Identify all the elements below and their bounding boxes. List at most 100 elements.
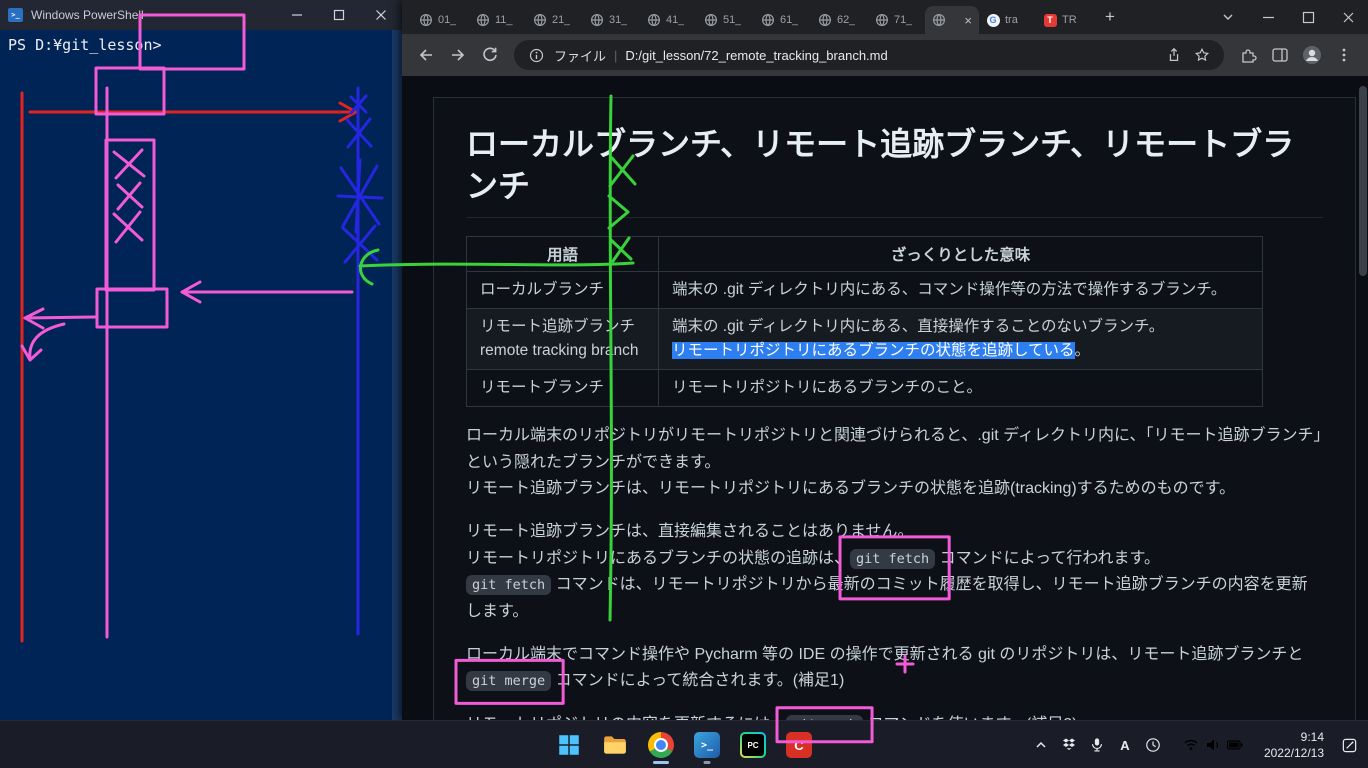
address-url: D:/git_lesson/72_remote_tracking_branch.… bbox=[625, 48, 1156, 63]
pycharm-taskbar-button[interactable]: PC bbox=[733, 725, 773, 765]
file-explorer-button[interactable] bbox=[595, 725, 635, 765]
site-info-icon[interactable] bbox=[526, 45, 546, 65]
tab-list: 01_11_ 21_ 31_ 41_ 51_ 61_ 62_ 71_ × GtraTTR bbox=[412, 6, 1093, 34]
ps-minimize-button[interactable] bbox=[276, 0, 318, 30]
reload-button[interactable] bbox=[476, 41, 504, 69]
chrome-minimize-button[interactable] bbox=[1248, 0, 1288, 34]
profile-avatar-icon bbox=[1302, 45, 1322, 65]
hidden-icons-button[interactable] bbox=[1028, 728, 1054, 762]
windows-start-icon bbox=[558, 734, 580, 756]
tab-close-icon[interactable]: × bbox=[964, 13, 972, 28]
browser-tab[interactable]: 01_ bbox=[412, 6, 469, 34]
browser-tab[interactable]: 31_ bbox=[583, 6, 640, 34]
markdown-paragraph: リモートリポジトリの内容を更新するには、git push コマンドを使います。(… bbox=[466, 712, 1323, 720]
quick-settings-button[interactable] bbox=[1176, 728, 1250, 762]
window-menu-chevron-button[interactable] bbox=[1208, 0, 1248, 34]
tab-label: 61_ bbox=[780, 14, 798, 26]
back-button[interactable] bbox=[412, 41, 440, 69]
red-app-icon: C bbox=[786, 732, 812, 758]
tray-time: 9:14 bbox=[1264, 729, 1324, 745]
forward-button[interactable] bbox=[444, 41, 472, 69]
tab-label: 51_ bbox=[723, 14, 741, 26]
table-term-cell: リモートブランチ bbox=[467, 370, 659, 407]
notification-center-button[interactable] bbox=[1336, 728, 1362, 762]
table-row: リモートブランチリモートリポジトリにあるブランチのこと。 bbox=[467, 370, 1263, 407]
powershell-terminal[interactable]: PS D:¥git_lesson> bbox=[0, 30, 402, 60]
page-scrollbar[interactable] bbox=[1359, 86, 1367, 276]
side-panel-button[interactable] bbox=[1266, 41, 1294, 69]
chrome-close-button[interactable] bbox=[1328, 0, 1368, 34]
red-app-taskbar-button[interactable]: C bbox=[779, 725, 819, 765]
share-button[interactable] bbox=[1164, 45, 1184, 65]
tray-date: 2022/12/13 bbox=[1264, 745, 1324, 761]
browser-tab[interactable]: 51_ bbox=[697, 6, 754, 34]
address-scheme-label: ファイル bbox=[554, 46, 606, 65]
ps-maximize-button[interactable] bbox=[318, 0, 360, 30]
powershell-titlebar[interactable]: >_ Windows PowerShell bbox=[0, 0, 402, 30]
browser-menu-button[interactable] bbox=[1330, 41, 1358, 69]
tab-label: 62_ bbox=[837, 14, 855, 26]
address-bar[interactable]: ファイル | D:/git_lesson/72_remote_tracking_… bbox=[514, 40, 1224, 70]
browser-tab[interactable]: 61_ bbox=[754, 6, 811, 34]
glossary-table: 用語 ざっくりとした意味 ローカルブランチ端末の .git ディレクトリ内にある… bbox=[466, 236, 1263, 407]
ime-mode-button[interactable]: A bbox=[1112, 728, 1138, 762]
powershell-taskbar-button[interactable]: >_ bbox=[687, 725, 727, 765]
browser-tab[interactable]: 62_ bbox=[811, 6, 868, 34]
maximize-icon bbox=[333, 9, 345, 21]
start-button[interactable] bbox=[549, 725, 589, 765]
extensions-puzzle-icon bbox=[1239, 46, 1257, 64]
inline-code: git fetch bbox=[850, 549, 935, 569]
markdown-paragraph: ローカル端末のリポジトリがリモートリポジトリと関連づけられると、.git ディレ… bbox=[466, 423, 1323, 502]
powershell-title: Windows PowerShell bbox=[31, 8, 268, 22]
powershell-window: >_ Windows PowerShell PS D:¥git_lesson> bbox=[0, 0, 402, 720]
profile-button[interactable] bbox=[1298, 41, 1326, 69]
tab-favicon-globe-icon bbox=[818, 13, 832, 27]
folder-icon bbox=[602, 732, 628, 758]
tab-label: 21_ bbox=[552, 14, 570, 26]
minimize-icon bbox=[291, 9, 303, 21]
chrome-open-indicator bbox=[653, 761, 669, 764]
taskbar: >_ PC C A bbox=[0, 720, 1368, 768]
page-title: ローカルブランチ、リモート追跡ブランチ、リモートブランチ bbox=[466, 124, 1323, 218]
table-term-cell: ローカルブランチ bbox=[467, 272, 659, 309]
extensions-button[interactable] bbox=[1234, 41, 1262, 69]
powershell-open-indicator bbox=[704, 761, 711, 764]
browser-tab[interactable]: 21_ bbox=[526, 6, 583, 34]
tab-label: 31_ bbox=[609, 14, 627, 26]
star-icon bbox=[1194, 47, 1210, 63]
maximize-icon bbox=[1302, 11, 1315, 24]
markdown-paragraph: ローカル端末でコマンド操作や Pycharm 等の IDE の操作で更新される … bbox=[466, 642, 1323, 695]
powershell-scrollbar[interactable] bbox=[392, 30, 402, 720]
markdown-document: ローカルブランチ、リモート追跡ブランチ、リモートブランチ 用語 ざっくりとした意… bbox=[433, 97, 1356, 720]
tab-label: tra bbox=[1005, 14, 1018, 26]
active-tab[interactable]: × bbox=[925, 6, 979, 34]
chrome-taskbar-button[interactable] bbox=[641, 725, 681, 765]
clock-date-button[interactable]: 9:14 2022/12/13 bbox=[1264, 729, 1324, 761]
reload-icon bbox=[481, 46, 499, 64]
browser-tab[interactable]: 11_ bbox=[469, 6, 526, 34]
browser-tab[interactable]: Gtra bbox=[979, 6, 1036, 34]
dropbox-tray-button[interactable] bbox=[1056, 728, 1082, 762]
notification-pen-icon bbox=[1341, 737, 1358, 754]
browser-tab[interactable]: 41_ bbox=[640, 6, 697, 34]
clock-tray-button[interactable] bbox=[1140, 728, 1166, 762]
tab-label: TR bbox=[1062, 14, 1077, 26]
chrome-maximize-button[interactable] bbox=[1288, 0, 1328, 34]
browser-tab[interactable]: TTR bbox=[1036, 6, 1093, 34]
close-icon bbox=[1342, 11, 1355, 24]
table-row: リモート追跡ブランチremote tracking branch端末の .git… bbox=[467, 309, 1263, 370]
tab-favicon-globe-icon bbox=[761, 13, 775, 27]
browser-toolbar: ファイル | D:/git_lesson/72_remote_tracking_… bbox=[402, 34, 1368, 76]
new-tab-button[interactable]: + bbox=[1097, 4, 1123, 30]
microphone-tray-button[interactable] bbox=[1084, 728, 1110, 762]
battery-icon bbox=[1226, 736, 1244, 754]
share-icon bbox=[1166, 47, 1182, 63]
powershell-app-icon: >_ bbox=[8, 8, 23, 22]
browser-tab[interactable]: 71_ bbox=[868, 6, 925, 34]
ps-close-button[interactable] bbox=[360, 0, 402, 30]
bookmark-star-button[interactable] bbox=[1192, 45, 1212, 65]
tab-favicon-globe-icon bbox=[647, 13, 661, 27]
clock-icon bbox=[1145, 737, 1161, 753]
kebab-menu-icon bbox=[1336, 47, 1352, 63]
table-meaning-cell: 端末の .git ディレクトリ内にある、直接操作することのないブランチ。リモート… bbox=[659, 309, 1263, 370]
